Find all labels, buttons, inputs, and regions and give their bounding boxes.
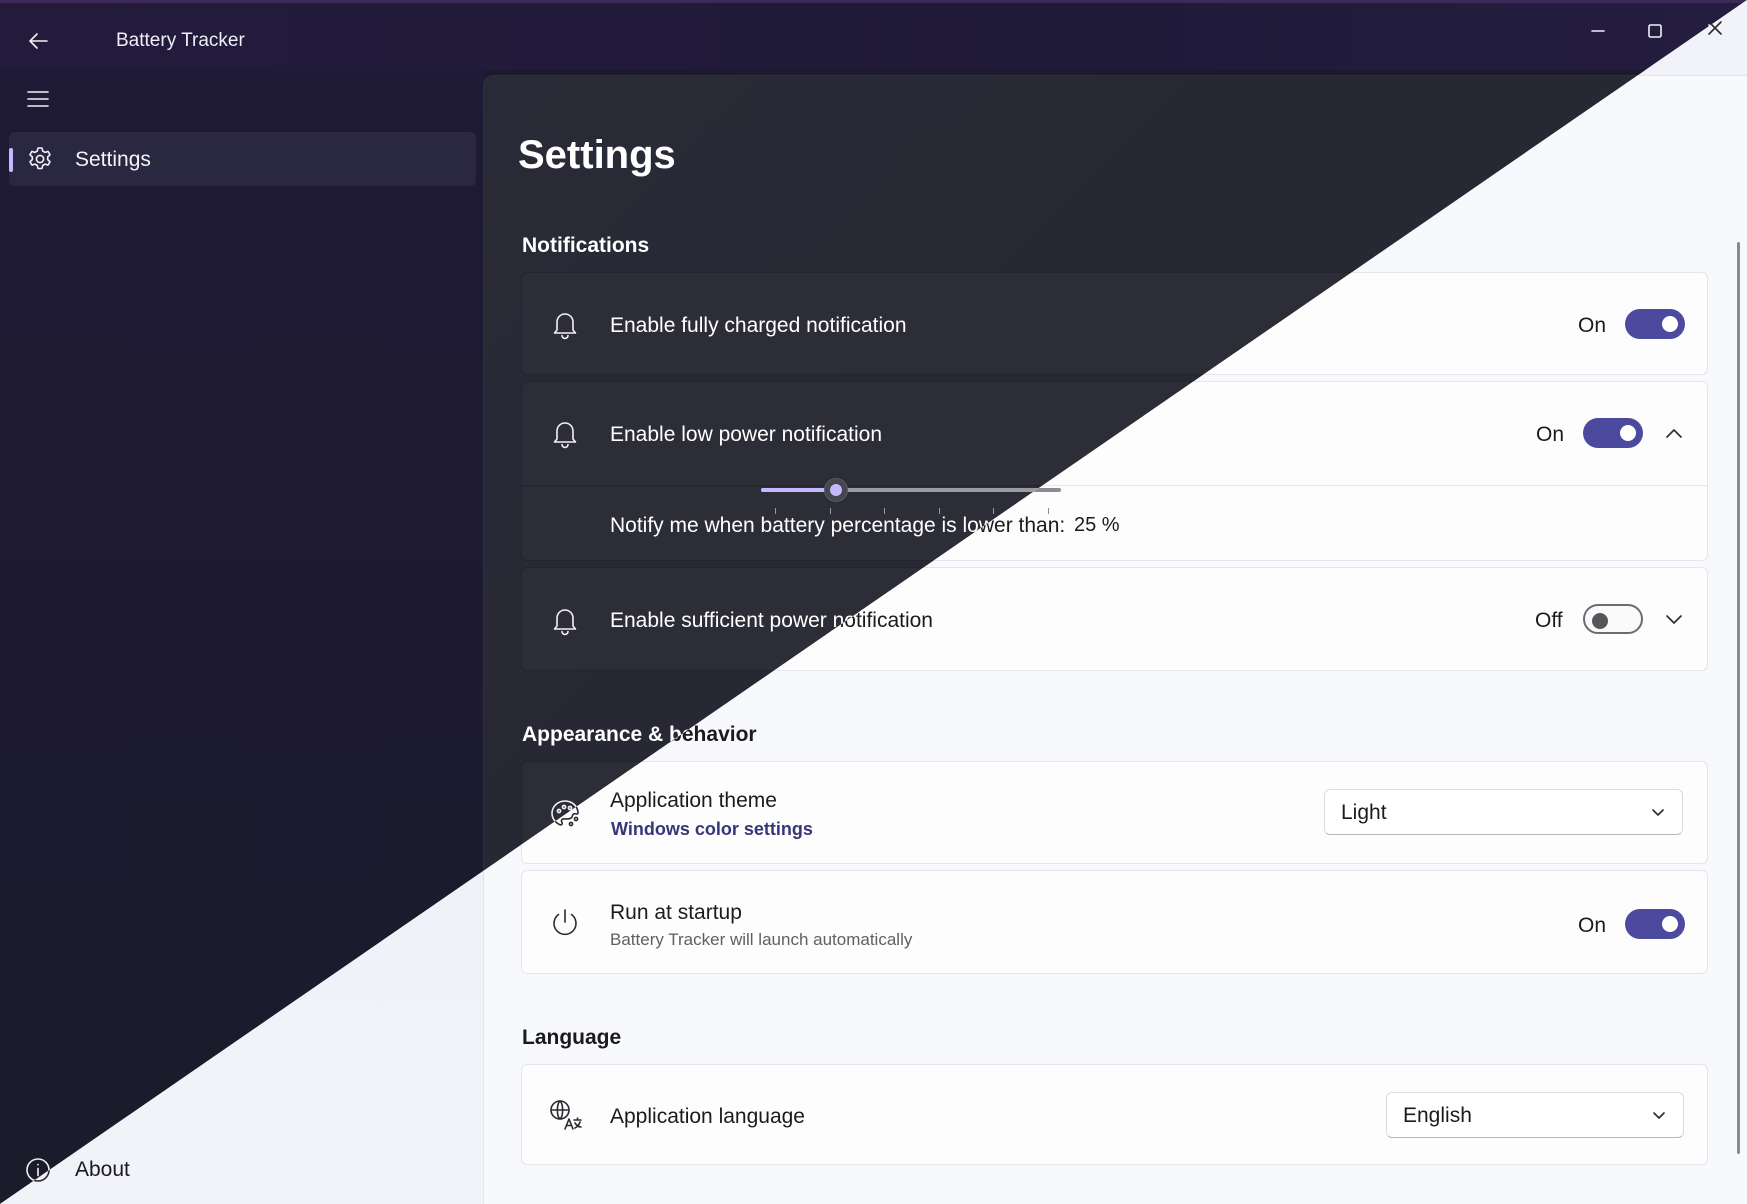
setting-label: Run at startup bbox=[610, 901, 742, 924]
fully-charged-toggle[interactable] bbox=[1625, 309, 1685, 339]
nav-item-label: About bbox=[75, 1158, 130, 1181]
toggle-state-text: On bbox=[1578, 314, 1607, 337]
slider-value: 25 % bbox=[1074, 514, 1120, 536]
low-power-toggle[interactable] bbox=[1583, 418, 1643, 448]
windows-color-settings-link[interactable]: Windows color settings bbox=[611, 819, 813, 840]
chevron-down-icon bbox=[1652, 809, 1664, 816]
minimize-icon bbox=[1591, 30, 1605, 32]
setting-label: Application language bbox=[610, 1105, 805, 1128]
language-icon bbox=[550, 1100, 582, 1130]
minimize-button[interactable] bbox=[1570, 13, 1626, 49]
dropdown-value: English bbox=[1403, 1104, 1472, 1127]
chevron-up-icon[interactable] bbox=[1662, 421, 1686, 445]
startup-card: Run at startup Battery Tracker will laun… bbox=[521, 870, 1708, 974]
back-button[interactable] bbox=[18, 25, 58, 57]
back-arrow-icon bbox=[29, 33, 48, 49]
title-bar: Battery Tracker bbox=[0, 0, 1747, 70]
setting-label: Application theme bbox=[610, 789, 777, 812]
language-card: Application language English bbox=[521, 1064, 1708, 1165]
bell-icon bbox=[553, 609, 577, 636]
hamburger-menu-icon bbox=[27, 91, 49, 107]
slider-tick bbox=[993, 508, 994, 514]
dropdown-value: Light bbox=[1341, 801, 1387, 824]
bell-icon bbox=[553, 422, 577, 449]
toggle-knob bbox=[1592, 613, 1608, 629]
slider-tick bbox=[884, 508, 885, 514]
nav-item-settings[interactable]: Settings bbox=[9, 132, 476, 186]
setting-description: Battery Tracker will launch automaticall… bbox=[610, 930, 913, 949]
theme-card: Application theme Windows color settings… bbox=[521, 761, 1708, 864]
slider-tick bbox=[829, 508, 831, 514]
toggle-state-text: Off bbox=[1535, 609, 1563, 632]
slider-thumb[interactable] bbox=[824, 478, 848, 502]
menu-toggle-button[interactable] bbox=[18, 82, 58, 116]
startup-toggle[interactable] bbox=[1625, 909, 1685, 939]
slider-tick bbox=[775, 508, 776, 514]
bell-icon bbox=[553, 313, 577, 340]
slider-tick bbox=[1047, 508, 1049, 514]
language-dropdown[interactable]: English bbox=[1386, 1092, 1684, 1138]
toggle-knob bbox=[1662, 916, 1678, 932]
chevron-down-icon bbox=[1653, 1112, 1665, 1119]
toggle-knob bbox=[1620, 425, 1636, 441]
app-title: Battery Tracker bbox=[116, 30, 245, 51]
maximize-icon bbox=[1648, 24, 1662, 38]
selection-indicator bbox=[9, 148, 13, 172]
maximize-button[interactable] bbox=[1627, 13, 1683, 49]
setting-label: Enable low power notification bbox=[610, 423, 882, 446]
toggle-state-text: On bbox=[1578, 914, 1607, 937]
nav-item-about[interactable]: About bbox=[9, 1150, 476, 1190]
power-icon bbox=[553, 909, 577, 936]
section-heading: Notifications bbox=[522, 234, 650, 257]
scrollbar[interactable] bbox=[1737, 242, 1740, 1154]
gear-icon bbox=[29, 147, 51, 170]
theme-dropdown[interactable]: Light bbox=[1324, 789, 1683, 835]
chevron-down-icon[interactable] bbox=[1662, 607, 1686, 631]
section-heading: Language bbox=[522, 1026, 622, 1049]
page-title: Settings bbox=[518, 133, 676, 177]
slider-tick bbox=[938, 508, 940, 514]
toggle-state-text: On bbox=[1536, 423, 1565, 446]
toggle-knob bbox=[1662, 316, 1678, 332]
sufficient-power-toggle[interactable] bbox=[1583, 604, 1643, 634]
setting-label: Enable fully charged notification bbox=[610, 314, 907, 337]
nav-item-label: Settings bbox=[75, 148, 151, 171]
